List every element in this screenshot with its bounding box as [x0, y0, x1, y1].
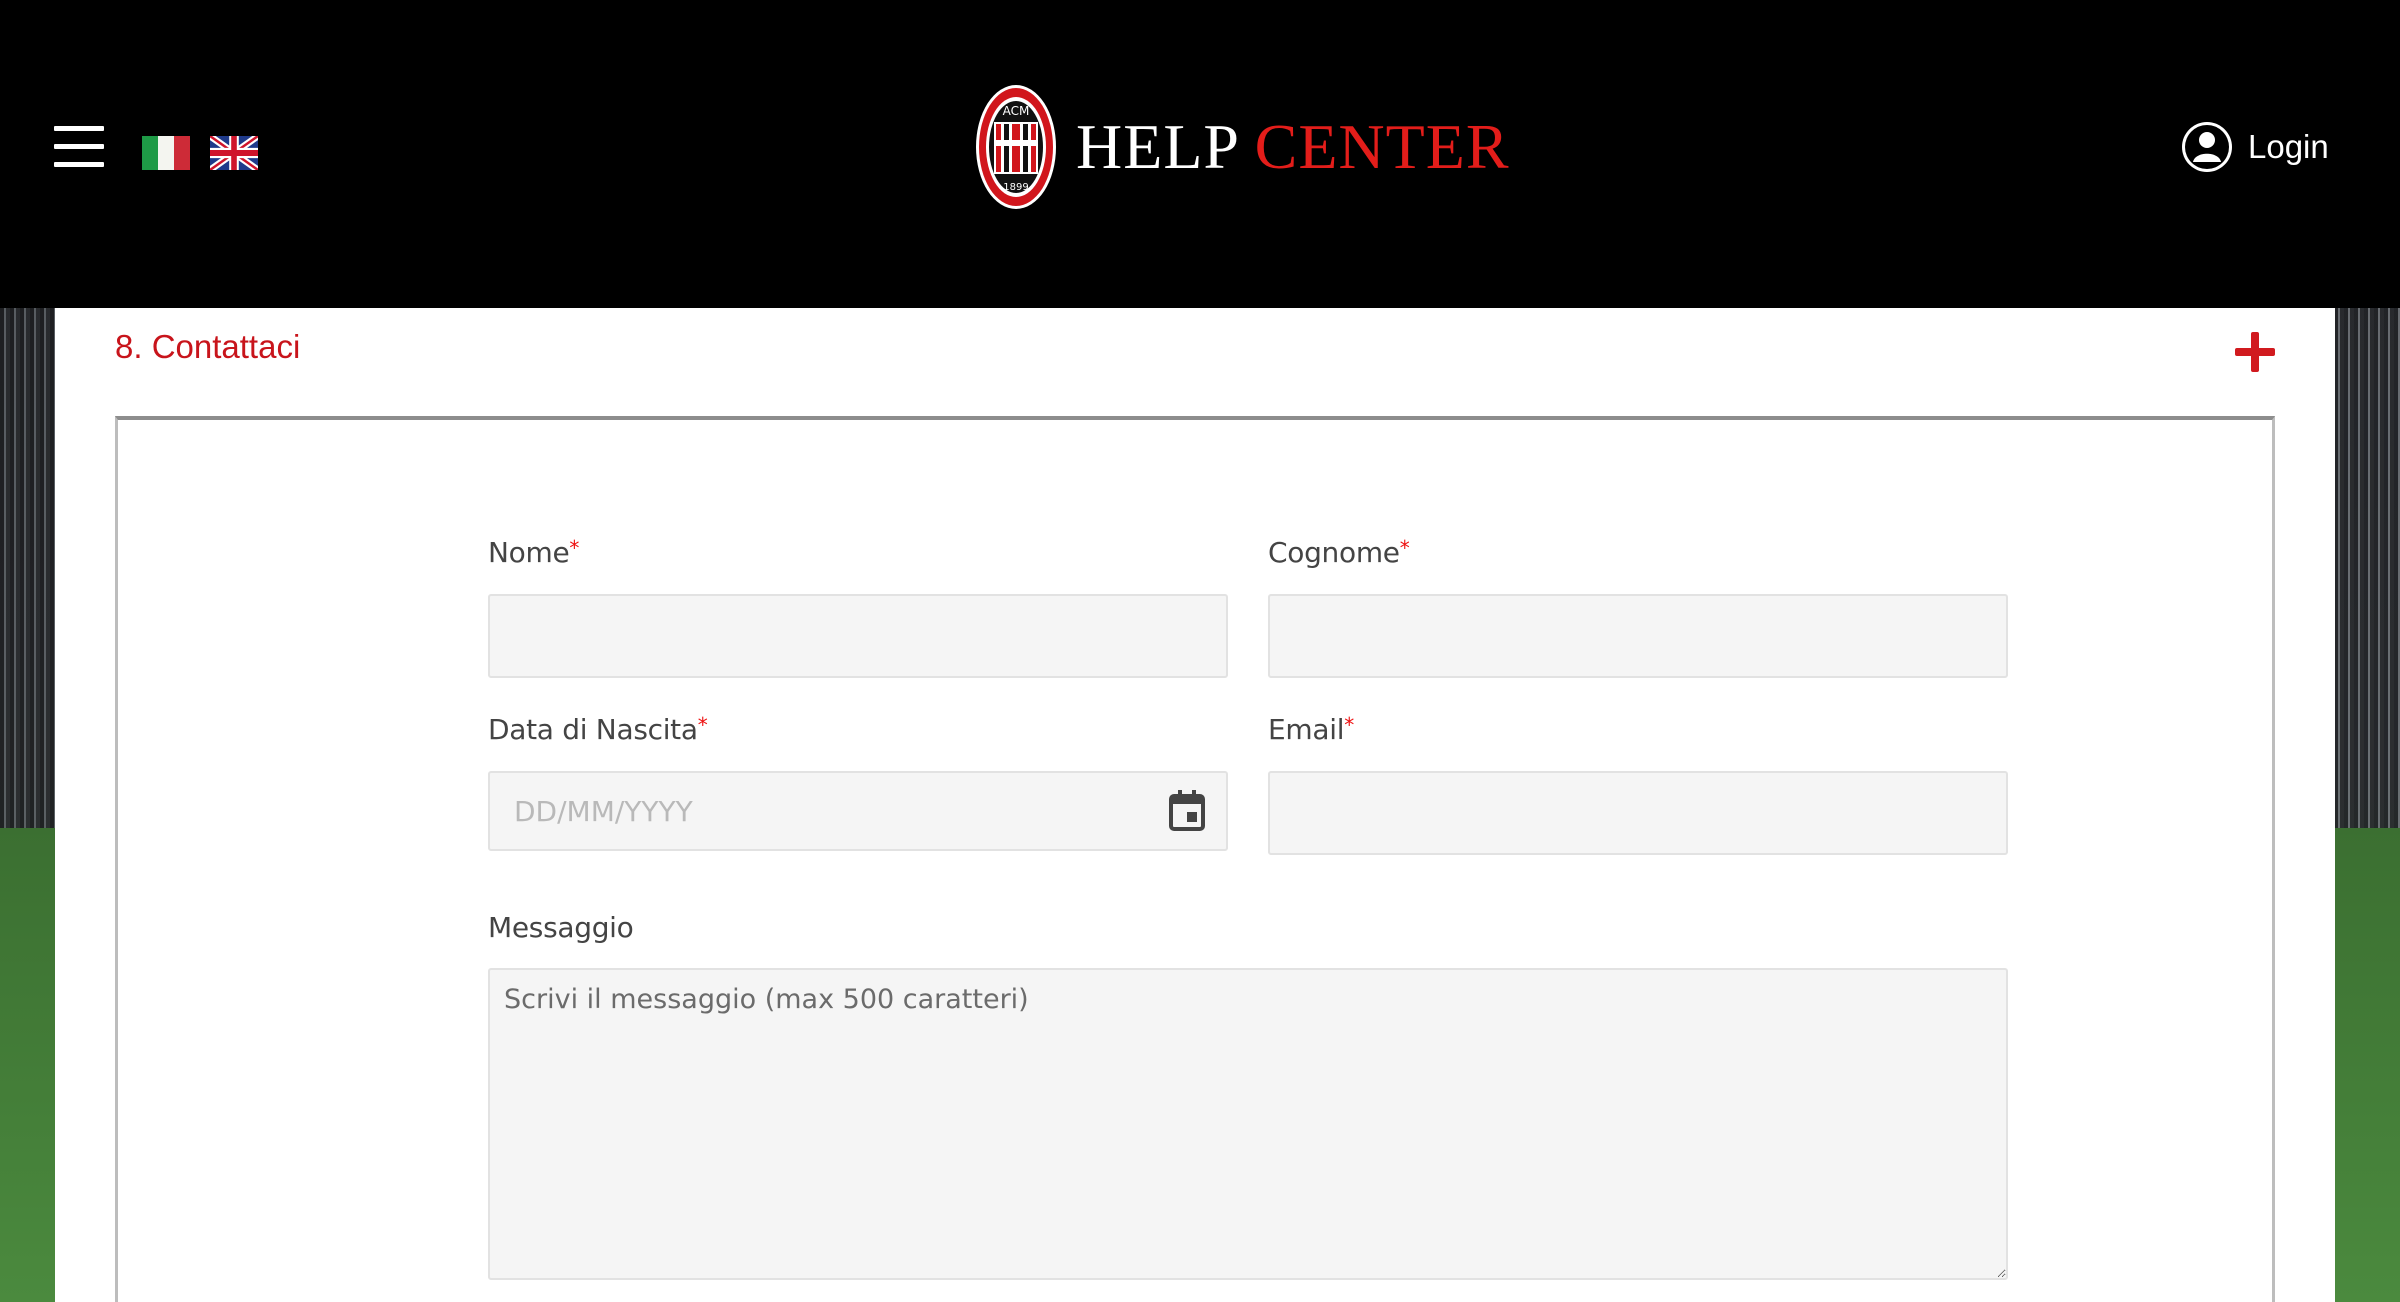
- crest-text-bottom: 1899: [1003, 182, 1028, 193]
- cognome-label-text: Cognome: [1268, 536, 1400, 569]
- user-avatar-icon: [2182, 122, 2232, 172]
- brand-center-text: CENTER: [1254, 111, 1510, 182]
- section-title[interactable]: 8. Contattaci: [115, 328, 300, 366]
- nome-label: Nome*: [488, 536, 579, 569]
- stadium-pitch-right: [2334, 828, 2400, 1302]
- contact-form: Nome* Cognome* Data di Nascita* Email* M…: [115, 416, 2275, 1302]
- site-header: ACM 1899 HELP CENTER Login: [0, 0, 2400, 308]
- required-mark: *: [697, 713, 708, 737]
- nome-label-text: Nome: [488, 536, 570, 569]
- ac-milan-crest-icon: ACM 1899: [976, 85, 1056, 209]
- nome-input[interactable]: [488, 594, 1228, 678]
- contact-panel: 8. Contattaci Nome* Cognome* Data di Nas…: [55, 308, 2335, 1302]
- required-mark: *: [569, 536, 580, 560]
- stadium-crowd-left: [0, 308, 56, 828]
- brand-title: HELP CENTER: [1076, 110, 1510, 184]
- email-input[interactable]: [1268, 771, 2008, 855]
- crest-text-top: ACM: [1003, 104, 1030, 118]
- data-nascita-label: Data di Nascita*: [488, 713, 708, 746]
- menu-bar: [54, 162, 104, 167]
- hamburger-menu-icon[interactable]: [54, 126, 104, 167]
- uk-flag-icon[interactable]: [210, 136, 258, 170]
- login-button[interactable]: Login: [2180, 120, 2329, 174]
- cognome-label: Cognome*: [1268, 536, 1410, 569]
- stadium-crowd-right: [2334, 308, 2400, 828]
- menu-bar: [54, 126, 104, 131]
- stadium-pitch-left: [0, 828, 56, 1302]
- brand-help-text: HELP: [1076, 111, 1238, 182]
- menu-bar: [54, 144, 104, 149]
- italy-flag-icon[interactable]: [142, 136, 190, 170]
- required-mark: *: [1399, 536, 1410, 560]
- required-mark: *: [1344, 713, 1354, 737]
- login-label: Login: [2248, 128, 2329, 165]
- email-label: Email*: [1268, 713, 1354, 746]
- calendar-icon[interactable]: [1168, 790, 1206, 832]
- message-textarea[interactable]: [488, 968, 2008, 1280]
- email-label-text: Email: [1268, 713, 1345, 746]
- date-of-birth-input[interactable]: [488, 771, 1228, 851]
- data-nascita-label-text: Data di Nascita: [488, 713, 698, 746]
- help-center-logo[interactable]: ACM 1899 HELP CENTER: [974, 82, 1510, 212]
- plus-icon[interactable]: [2235, 332, 2275, 372]
- messaggio-label: Messaggio: [488, 911, 634, 944]
- cognome-input[interactable]: [1268, 594, 2008, 678]
